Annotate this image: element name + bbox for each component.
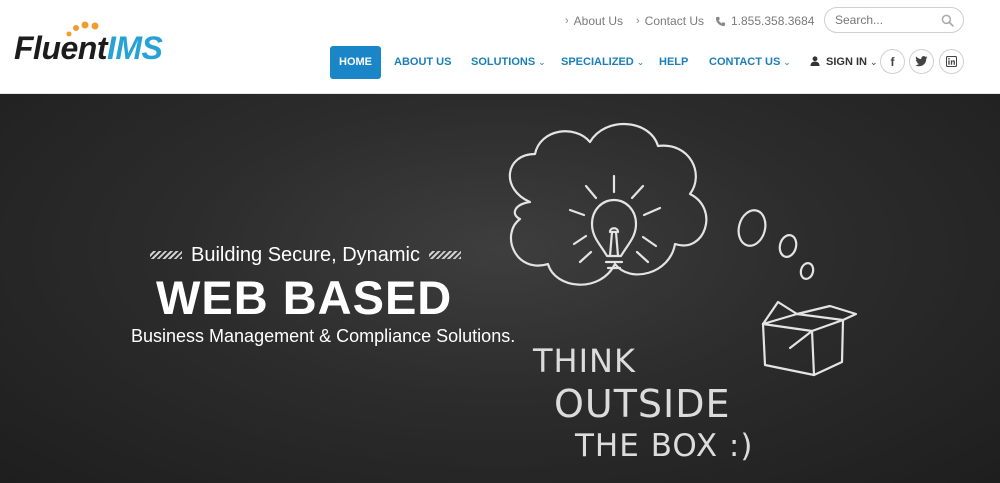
chevron-down-icon: ⌄ — [538, 57, 546, 67]
chalk-text-outside: OUTSIDE — [554, 382, 731, 426]
toplink-about-label: About Us — [573, 14, 624, 28]
nav-contact-us[interactable]: CONTACT US ⌄ — [709, 46, 791, 79]
chalk-drawing — [508, 122, 858, 377]
linkedin-icon[interactable] — [939, 49, 964, 74]
toplink-contact-us[interactable]: › Contact Us — [636, 14, 704, 28]
chalk-text-think: THINK — [533, 342, 636, 380]
thought-bubble-small — [799, 262, 815, 280]
facebook-icon[interactable]: f — [880, 49, 905, 74]
nav-help[interactable]: HELP — [659, 46, 688, 79]
site-header: FluentIMS › About Us › Contact Us 1.855.… — [0, 0, 1000, 94]
hero-headline: WEB BASED — [156, 271, 453, 324]
logo-part-ims: IMS — [106, 30, 163, 66]
phone-icon — [715, 16, 726, 26]
hero-subline: Business Management & Compliance Solutio… — [131, 326, 516, 346]
nav-solutions[interactable]: SOLUTIONS ⌄ — [471, 46, 546, 79]
nav-home[interactable]: HOME — [330, 46, 381, 79]
fluentims-logo[interactable]: FluentIMS — [14, 20, 184, 70]
phone-number: 1.855.358.3684 — [715, 14, 814, 28]
nav-contact-label: CONTACT US — [709, 56, 781, 68]
search-box — [824, 7, 964, 33]
phone-label: 1.855.358.3684 — [731, 14, 815, 28]
chevron-right-icon: › — [565, 15, 569, 27]
nav-sign-in-label: SIGN IN — [826, 56, 867, 68]
lightbulb-icon — [568, 174, 662, 270]
logo-text: FluentIMS — [14, 30, 163, 67]
twitter-icon[interactable] — [909, 49, 934, 74]
search-icon[interactable] — [941, 14, 954, 27]
stripe-decoration — [150, 251, 182, 259]
toplink-about-us[interactable]: › About Us — [565, 14, 623, 28]
twitter-bird-icon — [915, 56, 928, 67]
thought-bubble-medium — [778, 234, 798, 258]
chevron-down-icon: ⌄ — [783, 57, 791, 67]
nav-solutions-label: SOLUTIONS — [471, 56, 536, 68]
hero-banner: Building Secure, Dynamic WEB BASED Busin… — [0, 94, 1000, 483]
chevron-down-icon: ⌄ — [869, 57, 878, 67]
user-icon — [810, 56, 820, 66]
nav-specialized-label: SPECIALIZED — [561, 56, 634, 68]
hero-kicker: Building Secure, Dynamic — [150, 242, 461, 268]
toplink-contact-label: Contact Us — [644, 14, 705, 28]
linkedin-logo-icon — [946, 56, 957, 67]
chevron-down-icon: ⌄ — [636, 57, 645, 67]
chalk-text-the-box: THE BOX :) — [575, 428, 754, 464]
thought-cloud-icon — [508, 122, 708, 286]
chevron-right-icon: › — [636, 15, 640, 27]
stripe-decoration — [429, 251, 461, 259]
nav-sign-in[interactable]: SIGN IN ⌄ — [810, 46, 878, 79]
thought-bubble-large — [737, 209, 767, 247]
open-box-icon — [761, 300, 858, 377]
nav-specialized[interactable]: SPECIALIZED ⌄ — [561, 46, 644, 79]
hero-kicker-text: Building Secure, Dynamic — [191, 243, 420, 266]
nav-about-us[interactable]: ABOUT US — [394, 46, 451, 79]
logo-part-fluent: Fluent — [14, 30, 107, 66]
search-input[interactable] — [835, 13, 935, 27]
